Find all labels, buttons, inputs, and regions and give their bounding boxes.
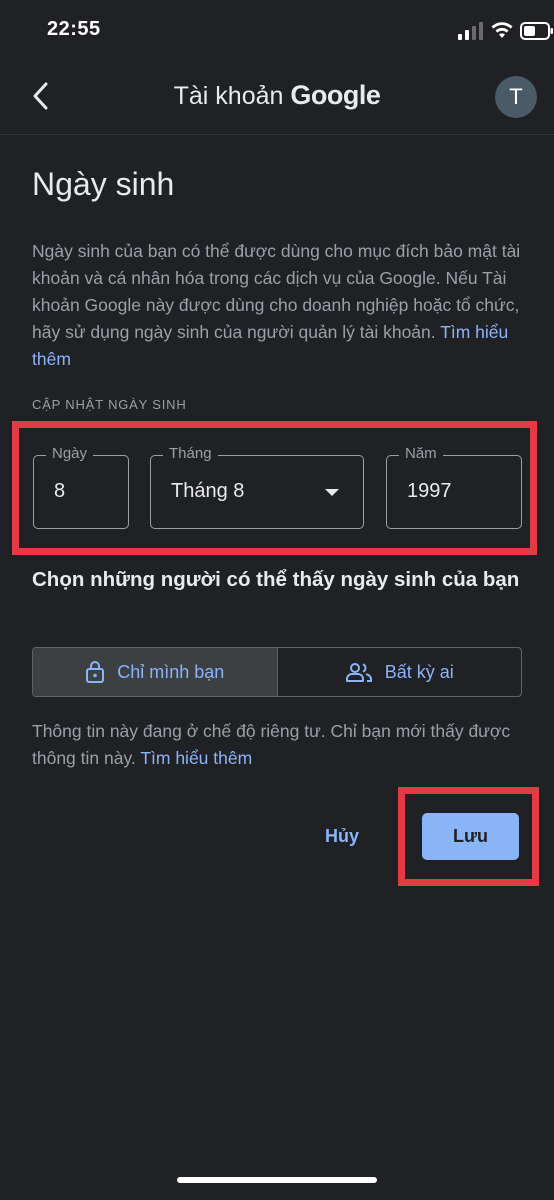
month-select-label: Tháng: [163, 445, 218, 462]
year-field-label: Năm: [399, 445, 443, 462]
privacy-note: Thông tin này đang ở chế độ riêng tư. Ch…: [32, 718, 522, 772]
wifi-icon: [491, 22, 513, 38]
anyone-option[interactable]: Bất kỳ ai: [278, 648, 522, 696]
app-bar: Tài khoản Google T: [0, 62, 554, 135]
month-select-value: Tháng 8: [171, 480, 245, 502]
day-field-label: Ngày: [46, 445, 94, 462]
status-bar: 22:55: [0, 0, 554, 62]
month-select[interactable]: Tháng Tháng 8: [150, 445, 364, 529]
page-title: Ngày sinh: [32, 166, 175, 202]
year-field-value: 1997: [407, 480, 452, 502]
google-wordmark: Google: [290, 80, 381, 110]
lock-icon: [86, 661, 105, 683]
visibility-title: Chọn những người có thể thấy ngày sinh c…: [32, 568, 520, 591]
day-field[interactable]: Ngày 8: [33, 445, 129, 529]
privacy-learn-more-link[interactable]: Tìm hiểu thêm: [140, 748, 252, 768]
update-birthday-label: CẬP NHẬT NGÀY SINH: [32, 397, 187, 412]
day-field-value: 8: [54, 480, 66, 502]
save-button[interactable]: Lưu: [422, 813, 519, 860]
privacy-note-text: Thông tin này đang ở chế độ riêng tư. Ch…: [32, 721, 511, 768]
status-time: 22:55: [47, 18, 101, 40]
app-bar-title: Tài khoản Google: [0, 80, 554, 111]
people-icon: [345, 663, 372, 682]
dropdown-arrow-icon: [325, 489, 339, 496]
app-bar-title-prefix: Tài khoản: [173, 82, 284, 110]
birthday-description: Ngày sinh của bạn có thể được dùng cho m…: [32, 238, 522, 373]
home-indicator[interactable]: [177, 1177, 377, 1183]
visibility-toggle-group: Chỉ mình bạn Bất kỳ ai: [32, 647, 522, 697]
battery-icon: [520, 22, 553, 40]
anyone-label: Bất kỳ ai: [384, 661, 454, 682]
account-avatar[interactable]: T: [495, 76, 537, 118]
cancel-button[interactable]: Hủy: [312, 815, 372, 857]
cellular-signal-icon: [458, 22, 483, 40]
year-field[interactable]: Năm 1997: [386, 445, 522, 529]
only-you-option[interactable]: Chỉ mình bạn: [33, 648, 278, 696]
only-you-label: Chỉ mình bạn: [117, 661, 225, 682]
